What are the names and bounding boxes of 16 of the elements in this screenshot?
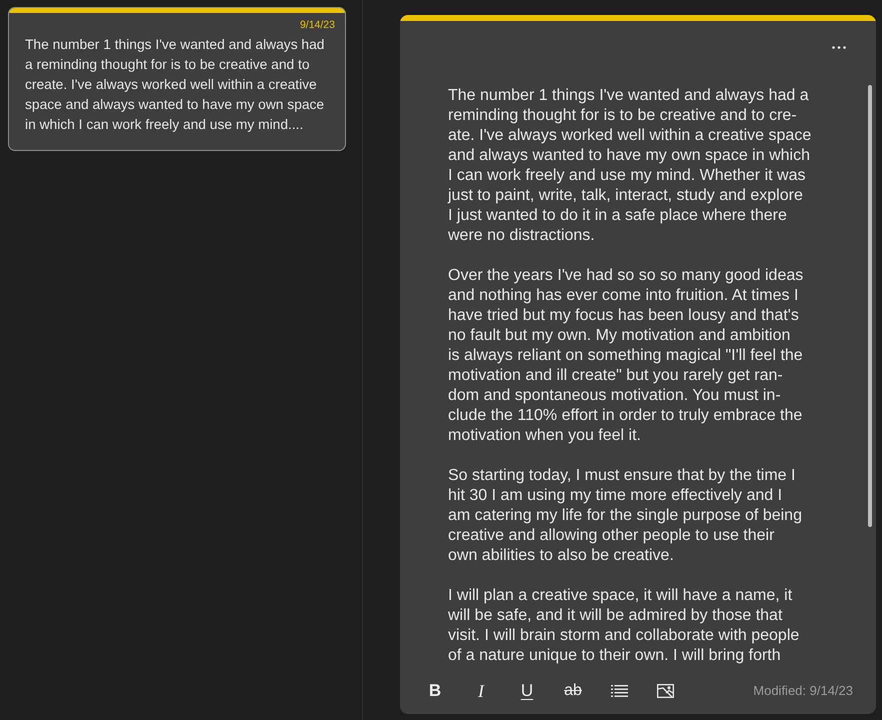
strikethrough-button[interactable]: ab <box>557 675 589 707</box>
underline-button[interactable]: U <box>511 675 543 707</box>
italic-button[interactable]: I <box>465 675 497 707</box>
note-paragraph: Over the years I've had so so so many good ideas and nothing has ever come into fruition. At times I have tried but my focus has been lousy and that's no fault but my own. My motivation and ambition is always reliant on something magical "I'll feel the motivation and ill create" but you rarely get ran- dom and spontaneous motivation. You must in- clude the 110% effort in order to truly embrace the motivation when you feel it. <box>448 266 804 446</box>
note-paragraph: I will plan a creative space, it will have a name, it will be safe, and it will be admired by those that visit. I will brain storm and collaborate with people of a nature unique to their own. I will bring forth <box>448 586 800 666</box>
bold-button[interactable]: B <box>419 675 451 707</box>
note-date: 9/14/23 <box>300 19 335 31</box>
scrollbar-thumb[interactable] <box>868 85 872 527</box>
note-paragraph: So starting today, I must ensure that by the time I hit 30 I am using my time more effectively and I am catering my life for the single purpose of being creative and allowing other people to use their own abilities to also be creative. <box>448 466 802 566</box>
more-icon <box>832 46 846 48</box>
image-icon <box>656 684 674 698</box>
note-paragraph: The number 1 things I've wanted and always had a reminding thought for is to be creative and to cre- ate. I've always worked well within a creative space and always wanted to have my own space in which I can work freely and use my mind. Whether it was just to paint, write, talk, interact, study and explore I just wanted to do it in a safe place where there were no distractions. <box>448 86 812 246</box>
bullet-list-icon <box>610 685 628 697</box>
note-preview: The number 1 things I've wanted and always had a reminding thought for is to be creative and to create. I've always worked well within a creative space and always wanted to have my own space in which I can work freely and use my mind.... <box>25 36 324 134</box>
note-card[interactable] <box>8 7 346 151</box>
modified-date: Modified: 9/14/23 <box>753 682 853 700</box>
